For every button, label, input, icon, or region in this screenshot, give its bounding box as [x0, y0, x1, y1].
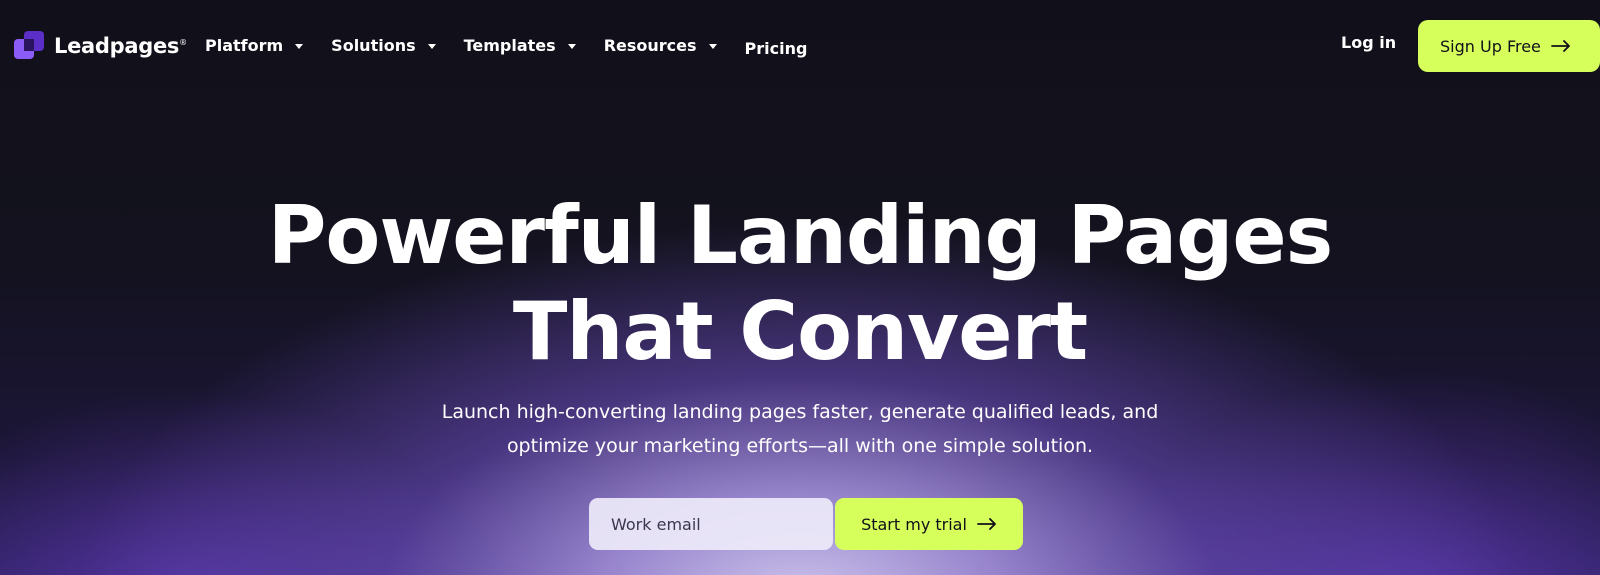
- nav-item-label: Resources: [603, 36, 697, 55]
- nav-item-solutions[interactable]: Solutions: [331, 36, 436, 55]
- hero-title: Powerful Landing Pages That Convert: [0, 188, 1600, 380]
- nav-item-label: Solutions: [331, 36, 416, 55]
- start-my-trial-label: Start my trial: [861, 514, 967, 534]
- nav-item-resources[interactable]: Resources: [604, 36, 717, 55]
- brand-name: Leadpages®: [54, 34, 187, 58]
- trademark-symbol: ®: [179, 38, 187, 47]
- nav-item-label: Pricing: [744, 39, 808, 58]
- arrow-right-icon: [1550, 40, 1570, 52]
- caret-down-icon: [427, 44, 436, 49]
- nav-item-templates[interactable]: Templates: [464, 36, 576, 55]
- caret-down-icon: [295, 44, 304, 49]
- top-navigation: Leadpages® Platform Solutions Templates …: [0, 0, 1600, 92]
- trial-signup-form: Start my trial: [589, 498, 1023, 550]
- hero-subtitle: Launch high-converting landing pages fas…: [350, 395, 1250, 463]
- brand-logo[interactable]: Leadpages®: [14, 30, 187, 62]
- arrow-right-icon: [977, 518, 996, 530]
- caret-down-icon: [567, 44, 576, 49]
- sign-up-free-label: Sign Up Free: [1440, 36, 1541, 56]
- nav-item-platform[interactable]: Platform: [205, 36, 304, 55]
- nav-item-label: Platform: [205, 36, 284, 55]
- main-menu: Platform Solutions Templates Resources P…: [205, 33, 807, 58]
- caret-down-icon: [708, 44, 717, 49]
- work-email-input[interactable]: [589, 498, 833, 550]
- hero-subtitle-line-2: optimize your marketing efforts—all with…: [506, 435, 1094, 457]
- hero-subtitle-line-1: Launch high-converting landing pages fas…: [441, 401, 1159, 423]
- sign-up-free-button[interactable]: Sign Up Free: [1418, 20, 1600, 72]
- start-my-trial-button[interactable]: Start my trial: [835, 498, 1023, 550]
- hero-title-line-1: Powerful Landing Pages: [267, 189, 1334, 282]
- nav-item-label: Templates: [463, 36, 556, 55]
- hero-title-line-2: That Convert: [512, 285, 1088, 378]
- leadpages-logo-icon: [14, 30, 46, 62]
- page: Leadpages® Platform Solutions Templates …: [0, 0, 1600, 575]
- login-link[interactable]: Log in: [1341, 33, 1396, 52]
- nav-item-pricing[interactable]: Pricing: [745, 39, 808, 58]
